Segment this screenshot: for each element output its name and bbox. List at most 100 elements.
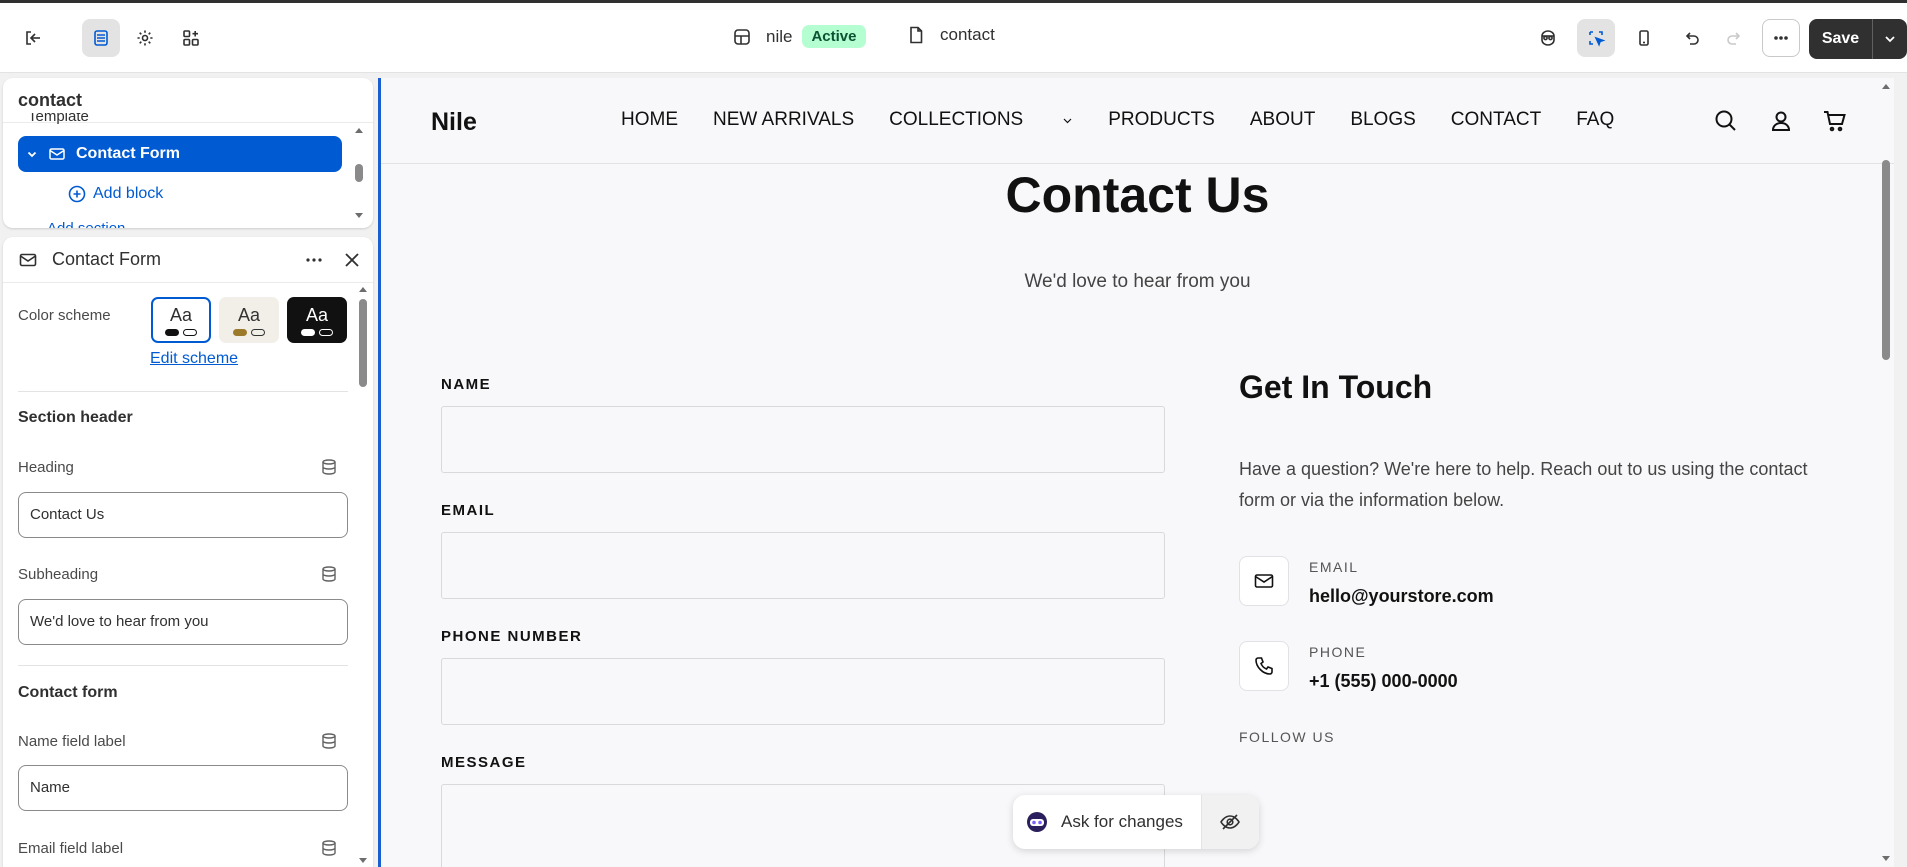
nav-products[interactable]: PRODUCTS: [1108, 109, 1215, 131]
eye-off-icon: [1220, 814, 1241, 830]
scroll-up-icon[interactable]: [354, 126, 364, 136]
scroll-down-icon[interactable]: [354, 210, 364, 220]
heading-input[interactable]: Contact Us: [18, 492, 348, 538]
add-section-button[interactable]: Add section: [47, 220, 125, 228]
tree-item-label: Contact Form: [76, 145, 180, 162]
hide-bar-button[interactable]: [1201, 795, 1259, 849]
color-scheme-option-2[interactable]: Aa: [219, 297, 279, 343]
preview-scrollbar[interactable]: [1881, 78, 1891, 867]
section-header-title: Section header: [18, 409, 133, 426]
dynamic-source-icon[interactable]: [320, 732, 338, 750]
more-actions-button[interactable]: [1762, 19, 1800, 57]
dynamic-source-icon[interactable]: [320, 839, 338, 857]
settings-title: Contact Form: [52, 249, 162, 269]
sidekick-button[interactable]: [1529, 19, 1567, 57]
add-block-button[interactable]: Add block: [67, 184, 163, 204]
scroll-down-icon[interactable]: [1881, 853, 1891, 863]
settings-scrollbar[interactable]: [358, 285, 368, 867]
form-name-input[interactable]: [441, 406, 1165, 473]
account-icon[interactable]: [1768, 108, 1794, 134]
sidekick-icon: [1541, 30, 1555, 46]
email-field-label: Email field label: [18, 840, 124, 857]
subheading-label: Subheading: [18, 566, 99, 583]
tree-scroll-thumb[interactable]: [355, 164, 363, 182]
redo-button[interactable]: [1715, 19, 1753, 57]
page-selector[interactable]: contact: [906, 25, 995, 45]
tree-item-template[interactable]: Template: [28, 113, 89, 125]
contact-phone-label: PHONE: [1309, 644, 1367, 660]
scroll-up-icon[interactable]: [358, 285, 368, 295]
section-settings-panel: Contact Form Color scheme Aa Aa Aa Edit …: [3, 237, 373, 867]
tree-item-contact-form[interactable]: Contact Form: [18, 136, 342, 172]
color-scheme-option-3[interactable]: Aa: [287, 297, 347, 343]
scroll-up-icon[interactable]: [1881, 82, 1891, 92]
heading-label: Heading: [18, 459, 74, 476]
save-button[interactable]: Save: [1809, 19, 1873, 59]
form-email-input[interactable]: [441, 532, 1165, 599]
dynamic-source-icon[interactable]: [320, 565, 338, 583]
ask-for-changes-button[interactable]: Ask for changes: [1013, 795, 1202, 849]
exit-icon: [26, 31, 40, 45]
contact-email-label: EMAIL: [1309, 559, 1359, 575]
apps-button[interactable]: [172, 19, 210, 57]
tree-scrollbar[interactable]: [354, 126, 364, 224]
store-name: nile: [766, 26, 793, 46]
chevron-down-icon: [1885, 36, 1895, 43]
nav-faq[interactable]: FAQ: [1576, 109, 1614, 131]
more-horizontal-icon[interactable]: [303, 249, 325, 271]
form-email-label: EMAIL: [441, 502, 496, 519]
name-field-input[interactable]: Name: [18, 765, 348, 811]
search-icon[interactable]: [1713, 108, 1739, 134]
phone-icon: [1255, 657, 1273, 675]
mail-icon: [49, 148, 65, 160]
subheading-input[interactable]: We'd love to hear from you: [18, 599, 348, 645]
contact-phone-value[interactable]: +1 (555) 000-0000: [1309, 671, 1458, 692]
add-block-label: Add block: [93, 185, 164, 202]
chevron-down-icon: [1063, 118, 1072, 123]
dynamic-source-icon[interactable]: [320, 458, 338, 476]
get-in-touch-text: Have a question? We're here to help. Rea…: [1239, 459, 1808, 510]
name-field-label: Name field label: [18, 733, 126, 750]
undo-button[interactable]: [1673, 19, 1711, 57]
cursor-select-icon: [1589, 31, 1606, 47]
cart-icon[interactable]: [1822, 108, 1848, 134]
add-section-label: Add section: [47, 220, 125, 228]
sections-button[interactable]: [82, 19, 120, 57]
chevron-down-icon[interactable]: [26, 148, 38, 160]
nav-home[interactable]: HOME: [621, 109, 678, 131]
get-in-touch-title: Get In Touch: [1239, 369, 1433, 405]
page-icon: [910, 26, 923, 44]
form-message-label: MESSAGE: [441, 754, 527, 771]
nav-contact[interactable]: CONTACT: [1451, 109, 1541, 131]
contact-email-value[interactable]: hello@yourstore.com: [1309, 586, 1494, 607]
inspector-button[interactable]: [1577, 19, 1615, 57]
save-options-button[interactable]: [1873, 32, 1907, 46]
form-phone-input[interactable]: [441, 658, 1165, 725]
nav-collections[interactable]: COLLECTIONS: [889, 109, 1073, 131]
store-icon: [734, 28, 750, 45]
store-selector[interactable]: nile Active: [732, 25, 866, 48]
more-horizontal-icon: [1774, 36, 1788, 40]
close-icon[interactable]: [343, 251, 361, 269]
nav-about[interactable]: ABOUT: [1250, 109, 1315, 131]
nav-new-arrivals[interactable]: NEW ARRIVALS: [713, 109, 854, 131]
page-subtitle: We'd love to hear from you: [1024, 271, 1251, 292]
gear-icon: [137, 30, 153, 46]
editor-topbar: nile Active contact Save: [0, 3, 1907, 73]
preview-scroll-thumb[interactable]: [1882, 160, 1890, 360]
mobile-view-button[interactable]: [1625, 19, 1663, 57]
follow-us-label: FOLLOW US: [1239, 729, 1335, 745]
status-badge: Active: [802, 25, 866, 48]
theme-settings-button[interactable]: [126, 19, 164, 57]
settings-scroll-thumb[interactable]: [359, 299, 367, 387]
nav-blogs[interactable]: BLOGS: [1350, 109, 1415, 131]
scroll-down-icon[interactable]: [358, 855, 368, 865]
settings-header: Contact Form: [3, 237, 373, 283]
nav-collections-label: COLLECTIONS: [889, 109, 1024, 130]
color-scheme-option-1[interactable]: Aa: [151, 297, 211, 343]
edit-scheme-link[interactable]: Edit scheme: [150, 350, 238, 368]
exit-button[interactable]: [14, 19, 52, 57]
store-logo[interactable]: Nile: [431, 108, 477, 137]
swatch-text: Aa: [169, 304, 193, 325]
redo-icon: [1727, 32, 1741, 45]
